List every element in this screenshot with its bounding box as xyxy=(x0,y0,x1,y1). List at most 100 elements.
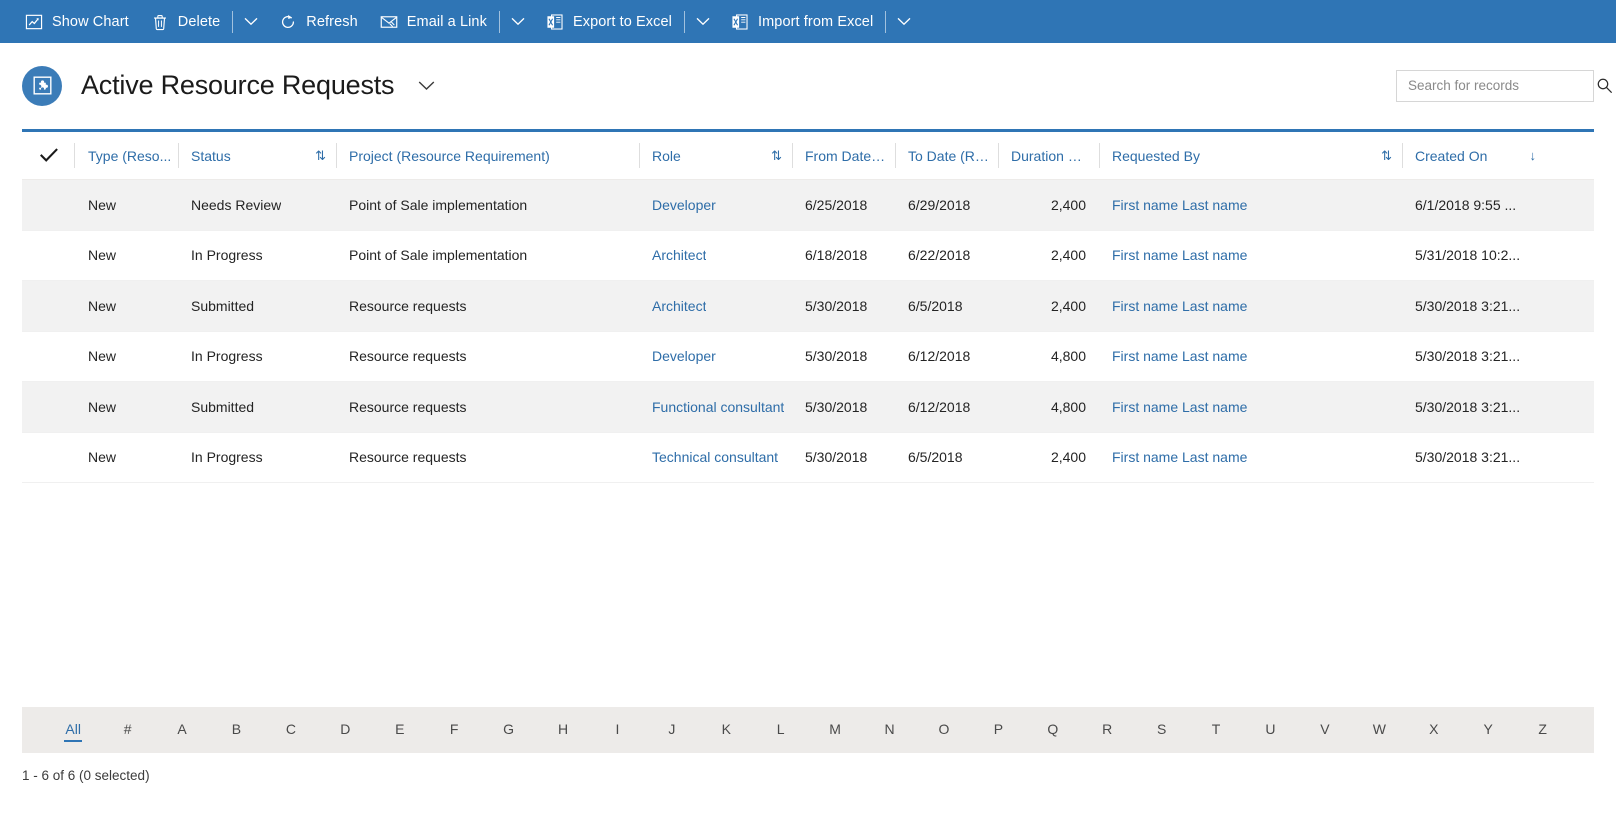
alpha-filter-m[interactable]: M xyxy=(808,708,862,753)
view-selector-chevron-down-icon[interactable] xyxy=(412,74,441,97)
row-select-checkbox[interactable] xyxy=(22,433,75,483)
column-header-role[interactable]: Role⇅ xyxy=(639,132,792,179)
alpha-filter-c[interactable]: C xyxy=(264,708,318,753)
records-grid: Type (Reso...Status⇅Project (Resource Re… xyxy=(22,129,1594,707)
cell-reqby[interactable]: First name Last name xyxy=(1099,231,1402,281)
row-select-checkbox[interactable] xyxy=(22,281,75,331)
command-export-to-excel-button[interactable]: Export to Excel xyxy=(535,0,683,43)
command-label: Show Chart xyxy=(52,14,129,30)
alpha-filter-label: P xyxy=(994,721,1003,740)
column-header-to[interactable]: To Date (Re... xyxy=(895,132,998,179)
column-header-project[interactable]: Project (Resource Requirement) xyxy=(336,132,639,179)
column-header-status[interactable]: Status⇅ xyxy=(178,132,336,179)
command-refresh-button[interactable]: Refresh xyxy=(268,0,368,43)
alpha-filter-i[interactable]: I xyxy=(590,708,644,753)
column-header-created[interactable]: Created On↓ xyxy=(1402,132,1546,179)
search-icon[interactable] xyxy=(1589,71,1616,101)
row-select-checkbox[interactable] xyxy=(22,382,75,432)
alpha-filter-q[interactable]: Q xyxy=(1026,708,1080,753)
alpha-filter-n[interactable]: N xyxy=(862,708,916,753)
table-row[interactable]: NewSubmittedResource requestsFunctional … xyxy=(22,382,1594,433)
cell-text: Needs Review xyxy=(191,197,281,213)
cell-role[interactable]: Developer xyxy=(639,332,792,382)
cell-text: Submitted xyxy=(191,298,254,314)
cell-reqby[interactable]: First name Last name xyxy=(1099,281,1402,331)
table-row[interactable]: NewIn ProgressResource requestsDeveloper… xyxy=(22,332,1594,383)
row-select-checkbox[interactable] xyxy=(22,332,75,382)
search-input[interactable] xyxy=(1397,71,1589,101)
alpha-filter-label: K xyxy=(722,721,731,740)
alpha-filter-t[interactable]: T xyxy=(1189,708,1243,753)
alpha-filter-d[interactable]: D xyxy=(318,708,372,753)
alpha-filter-u[interactable]: U xyxy=(1243,708,1297,753)
command-export-to-excelchevron-down-icon[interactable] xyxy=(686,0,720,43)
column-header-type[interactable]: Type (Reso... xyxy=(75,132,178,179)
command-import-from-excelchevron-down-icon[interactable] xyxy=(887,0,921,43)
alpha-filter-p[interactable]: P xyxy=(971,708,1025,753)
cell-role[interactable]: Functional consultant xyxy=(639,382,792,432)
cell-status: In Progress xyxy=(178,332,336,382)
cell-text: New xyxy=(88,247,116,263)
table-row[interactable]: NewSubmittedResource requestsArchitect5/… xyxy=(22,281,1594,332)
cell-reqby[interactable]: First name Last name xyxy=(1099,332,1402,382)
cell-to: 6/5/2018 xyxy=(895,281,998,331)
search-box[interactable] xyxy=(1396,70,1594,102)
cell-to: 6/12/2018 xyxy=(895,332,998,382)
refresh-icon xyxy=(279,13,297,31)
alpha-filter-x[interactable]: X xyxy=(1407,708,1461,753)
cell-reqby[interactable]: First name Last name xyxy=(1099,382,1402,432)
alpha-filter-h[interactable]: H xyxy=(536,708,590,753)
column-header-from[interactable]: From Date (... xyxy=(792,132,895,179)
table-row[interactable]: NewIn ProgressPoint of Sale implementati… xyxy=(22,231,1594,282)
cell-role[interactable]: Technical consultant xyxy=(639,433,792,483)
command-email-a-linkchevron-down-icon[interactable] xyxy=(501,0,535,43)
command-email-a-link-button[interactable]: Email a Link xyxy=(369,0,498,43)
cell-reqby[interactable]: First name Last name xyxy=(1099,433,1402,483)
alpha-filter-w[interactable]: W xyxy=(1352,708,1406,753)
command-deletechevron-down-icon[interactable] xyxy=(234,0,268,43)
alpha-filter-e[interactable]: E xyxy=(373,708,427,753)
cell-role[interactable]: Developer xyxy=(639,180,792,230)
table-row[interactable]: NewIn ProgressResource requestsTechnical… xyxy=(22,433,1594,484)
grid-body: New Needs Review Point of Sale implementat… xyxy=(22,180,1594,707)
select-all-checkbox[interactable] xyxy=(22,132,75,179)
command-show-chart-button[interactable]: Show Chart xyxy=(14,0,140,43)
alpha-filter-f[interactable]: F xyxy=(427,708,481,753)
alpha-filter-g[interactable]: G xyxy=(481,708,535,753)
alpha-filter-v[interactable]: V xyxy=(1298,708,1352,753)
sort-toggle-arrows-icon: ⇅ xyxy=(1373,148,1396,164)
alpha-filter-r[interactable]: R xyxy=(1080,708,1134,753)
cell-project: Point of Sale implementation xyxy=(336,231,639,281)
cell-status: Needs Review xyxy=(178,180,336,230)
cell-status: Submitted xyxy=(178,382,336,432)
column-header-reqby[interactable]: Requested By⇅ xyxy=(1099,132,1402,179)
alpha-filter-k[interactable]: K xyxy=(699,708,753,753)
alpha-filter-label: H xyxy=(558,721,568,740)
alpha-filter-j[interactable]: J xyxy=(645,708,699,753)
sort-toggle-arrows-icon: ⇅ xyxy=(763,148,786,164)
cell-text: New xyxy=(88,197,116,213)
alpha-filter-all[interactable]: All xyxy=(46,708,100,753)
alpha-filter-l[interactable]: L xyxy=(753,708,807,753)
cell-role[interactable]: Architect xyxy=(639,281,792,331)
command-delete-button[interactable]: Delete xyxy=(140,0,232,43)
alpha-filter-b[interactable]: B xyxy=(209,708,263,753)
column-header-duration[interactable]: Duration (R... xyxy=(998,132,1099,179)
row-select-checkbox[interactable] xyxy=(22,180,75,230)
table-row[interactable]: NewNeeds ReviewPoint of Sale implementat… xyxy=(22,180,1594,231)
alpha-filter-y[interactable]: Y xyxy=(1461,708,1515,753)
cell-reqby[interactable]: First name Last name xyxy=(1099,180,1402,230)
cell-role[interactable]: Architect xyxy=(639,231,792,281)
alpha-filter-label: V xyxy=(1320,721,1329,740)
alpha-filter-o[interactable]: O xyxy=(917,708,971,753)
alpha-filter-z[interactable]: Z xyxy=(1515,708,1569,753)
cell-text: New xyxy=(88,399,116,415)
sort-descending-arrow-icon: ↓ xyxy=(1522,148,1541,163)
cell-text: 6/22/2018 xyxy=(908,247,970,263)
row-select-checkbox[interactable] xyxy=(22,231,75,281)
alpha-filter-s[interactable]: S xyxy=(1134,708,1188,753)
command-label: Email a Link xyxy=(407,14,487,30)
alpha-filter-hash[interactable]: # xyxy=(100,708,154,753)
alpha-filter-a[interactable]: A xyxy=(155,708,209,753)
command-import-from-excel-button[interactable]: Import from Excel xyxy=(720,0,884,43)
